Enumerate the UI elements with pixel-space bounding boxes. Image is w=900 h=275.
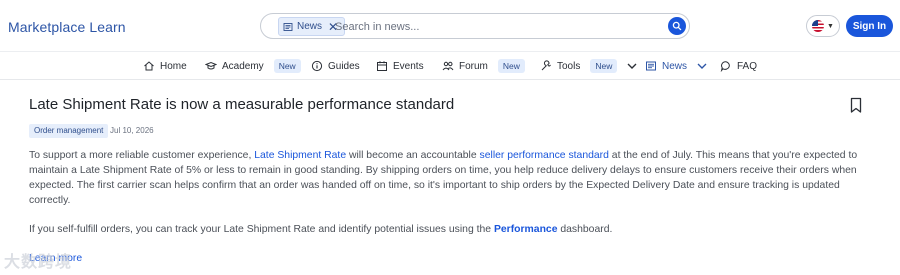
news-icon — [646, 61, 656, 71]
nav-item-news[interactable]: News — [645, 57, 708, 75]
nav-item-home[interactable]: Home — [143, 57, 187, 75]
people-icon — [442, 61, 454, 71]
chevron-down-icon — [697, 63, 707, 69]
us-flag-icon — [812, 20, 825, 32]
publish-date: Jul 10, 2026 — [110, 126, 154, 135]
sign-in-button[interactable]: Sign In — [846, 15, 893, 37]
search-filter-label: News — [297, 21, 323, 32]
new-badge: New — [273, 59, 301, 73]
nav-item-events[interactable]: Events — [376, 57, 424, 75]
article-paragraph: To support a more reliable customer expe… — [29, 148, 861, 208]
search-icon — [672, 21, 682, 31]
seller-performance-standard-link[interactable]: seller performance standard — [480, 150, 609, 161]
category-tag[interactable]: Order management — [29, 124, 109, 138]
nav-label-faq: FAQ — [737, 60, 758, 72]
news-icon — [283, 22, 293, 31]
main-nav: Home Academy New Guides Events Forum New… — [0, 52, 900, 80]
graduation-cap-icon — [205, 61, 217, 70]
paragraph-text: dashboard. — [557, 224, 613, 235]
late-shipment-rate-link[interactable]: Late Shipment Rate — [254, 150, 346, 161]
home-icon — [144, 61, 154, 71]
caret-down-icon: ▼ — [827, 22, 834, 30]
new-badge: New — [497, 59, 525, 73]
nav-label-tools: Tools — [557, 60, 581, 72]
nav-item-faq[interactable]: FAQ — [720, 57, 757, 75]
paragraph-text: If you self-fulfill orders, you can trac… — [29, 224, 494, 235]
nav-label-guides: Guides — [328, 60, 360, 72]
chevron-down-icon — [627, 63, 637, 69]
search-input[interactable] — [335, 18, 655, 35]
nav-item-guides[interactable]: Guides — [311, 57, 360, 75]
nav-label-forum: Forum — [459, 60, 488, 72]
chat-bubble-icon — [720, 61, 730, 72]
learn-more-link[interactable]: Learn more — [29, 253, 82, 264]
article-title: Late Shipment Rate is now a measurable p… — [29, 96, 455, 113]
brand-logo[interactable]: Marketplace Learn — [8, 19, 126, 35]
bookmark-icon[interactable] — [849, 97, 863, 114]
paragraph-text: To support a more reliable customer expe… — [29, 150, 255, 161]
calendar-icon — [377, 61, 387, 71]
search-bar[interactable]: News ✕ — [260, 13, 690, 39]
paragraph-text: will become an accountable — [346, 150, 480, 161]
nav-label-news: News — [662, 60, 688, 72]
nav-label-home: Home — [160, 60, 187, 72]
nav-item-tools[interactable]: Tools New — [540, 57, 638, 75]
article-paragraph: If you self-fulfill orders, you can trac… — [29, 222, 861, 237]
nav-item-forum[interactable]: Forum New — [442, 57, 525, 75]
search-button[interactable] — [668, 17, 686, 35]
nav-label-academy: Academy — [222, 60, 264, 72]
performance-dashboard-link[interactable]: Performance — [494, 224, 558, 235]
top-header: Marketplace Learn News ✕ ▼ Sign In — [0, 0, 900, 52]
info-circle-icon — [311, 60, 323, 72]
wrench-icon — [541, 60, 551, 71]
nav-item-academy[interactable]: Academy New — [205, 57, 301, 75]
language-selector[interactable]: ▼ — [806, 15, 840, 37]
nav-label-events: Events — [393, 60, 424, 72]
new-badge: New — [590, 59, 618, 73]
